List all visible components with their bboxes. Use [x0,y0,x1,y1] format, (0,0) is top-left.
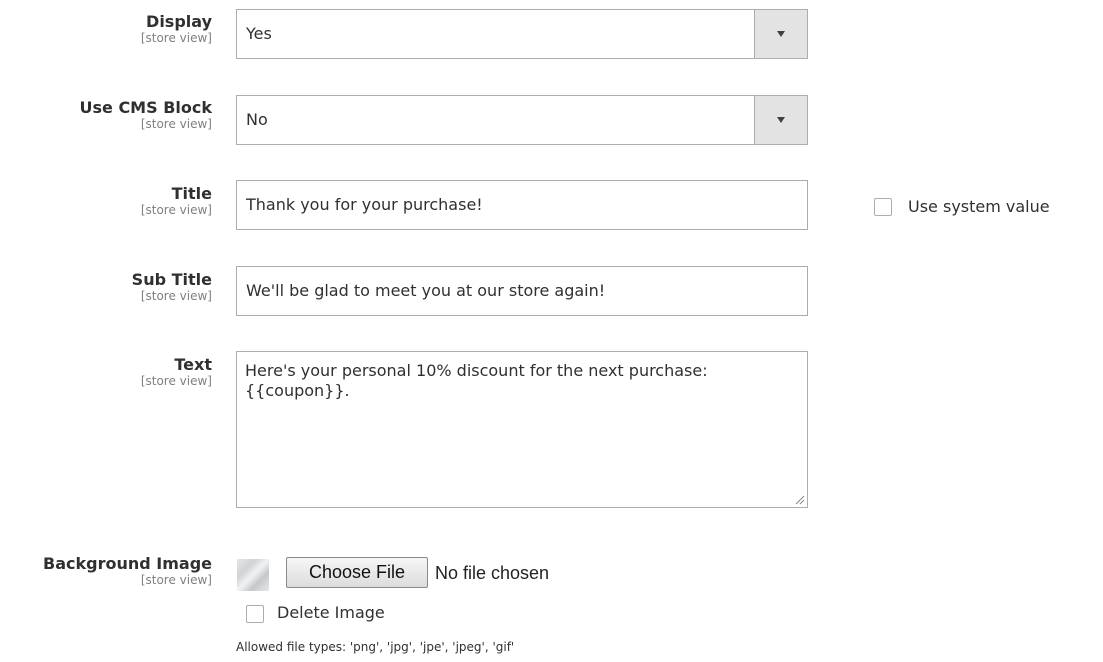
title-label: Title [171,184,212,203]
text-scope: [store view] [140,374,212,388]
background-image-label-group: Background Image [store view] [43,554,212,587]
delete-image-checkbox[interactable] [246,605,264,623]
display-select-value: Yes [246,24,272,43]
sub-title-label-group: Sub Title [store view] [131,270,212,303]
resize-grip-icon[interactable] [795,495,805,505]
no-file-chosen-text: No file chosen [435,563,550,583]
title-input-value: Thank you for your purchase! [246,195,483,214]
choose-file-button[interactable]: Choose File [286,557,428,588]
title-scope: [store view] [140,203,212,217]
use-cms-block-label: Use CMS Block [79,98,213,117]
sub-title-input-value: We'll be glad to meet you at our store a… [246,281,606,300]
chevron-down-icon [777,117,785,123]
display-label: Display [146,12,212,31]
display-scope: [store view] [140,31,212,45]
title-input[interactable]: Thank you for your purchase! [236,180,808,230]
use-cms-block-select-value: No [246,110,268,129]
use-system-value-checkbox[interactable] [874,198,892,216]
allowed-file-types-note: Allowed file types: 'png', 'jpg', 'jpe',… [236,640,515,654]
text-label: Text [174,355,212,374]
use-cms-block-select[interactable]: No [236,95,808,145]
sub-title-scope: [store view] [140,289,212,303]
chevron-down-icon [777,31,785,37]
use-cms-block-select-toggle[interactable] [754,96,807,144]
text-label-group: Text [store view] [140,355,212,388]
display-label-group: Display [store view] [140,12,212,45]
background-image-label: Background Image [43,554,212,573]
delete-image-label[interactable]: Delete Image [277,603,385,622]
use-cms-block-label-group: Use CMS Block [store view] [79,98,213,131]
config-form: Display [store view] Yes Use CMS Block [… [0,0,1103,662]
text-textarea[interactable]: Here's your personal 10% discount for th… [236,351,808,508]
sub-title-input[interactable]: We'll be glad to meet you at our store a… [236,266,808,316]
title-label-group: Title [store view] [140,184,212,217]
display-select-toggle[interactable] [754,10,807,58]
background-image-scope: [store view] [140,573,212,587]
use-cms-block-scope: [store view] [140,117,212,131]
display-select[interactable]: Yes [236,9,808,59]
use-system-value-label[interactable]: Use system value [908,197,1050,216]
text-textarea-value: Here's your personal 10% discount for th… [245,361,708,400]
sub-title-label: Sub Title [131,270,212,289]
image-thumbnail-icon [237,559,269,591]
